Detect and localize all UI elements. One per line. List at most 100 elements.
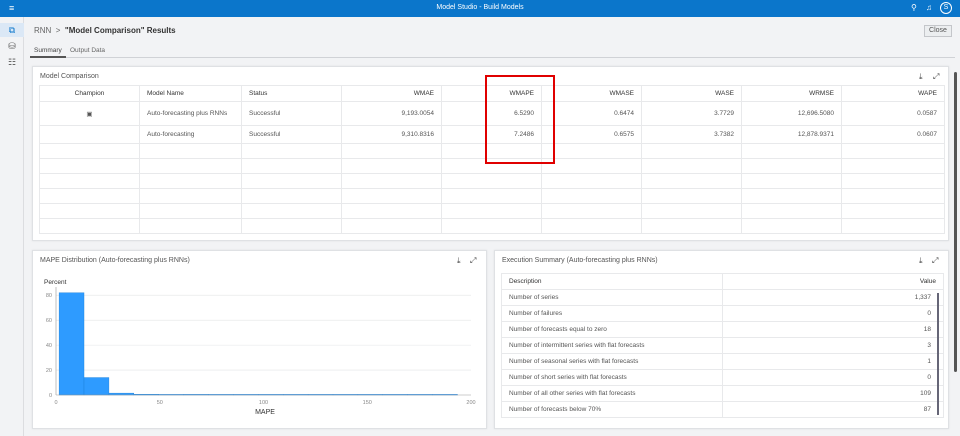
table-row[interactable]: Number of failures 0 <box>501 305 944 322</box>
table-row[interactable]: Number of forecasts equal to zero 18 <box>501 321 944 338</box>
col-champion[interactable]: Champion <box>39 85 140 102</box>
empty-cell <box>241 143 342 159</box>
left-sidebar: ⧉ ⛁ ☷ <box>0 17 24 436</box>
empty-cell <box>541 188 642 204</box>
search-icon[interactable]: ⚲ <box>911 3 917 12</box>
execution-summary-table: Description Value Number of series 1,337 N… <box>501 273 944 418</box>
empty-row <box>39 203 945 219</box>
pipeline-comparison-icon[interactable]: ☷ <box>4 55 20 69</box>
user-avatar[interactable]: S <box>940 2 952 14</box>
champion-icon: ▣ <box>39 101 140 126</box>
histogram-bar <box>83 377 110 396</box>
value: 1,337 <box>722 289 944 306</box>
wrmse: 12,878.9371 <box>741 125 842 144</box>
empty-cell <box>341 143 442 159</box>
histogram-bar <box>58 292 85 396</box>
wmase: 0.6575 <box>541 125 642 144</box>
status: Successful <box>241 101 342 126</box>
x-tick-label: 0 <box>54 400 57 406</box>
value: 109 <box>722 385 944 402</box>
empty-cell <box>541 158 642 174</box>
col-description[interactable]: Description <box>501 273 723 290</box>
value: 1 <box>722 353 944 370</box>
bell-icon[interactable]: ♫ <box>926 3 932 12</box>
wmae: 9,193.0054 <box>341 101 442 126</box>
table-row[interactable]: Number of short series with flat forecas… <box>501 369 944 386</box>
wase: 3.7382 <box>641 125 742 144</box>
empty-cell <box>741 188 842 204</box>
page-scrollbar[interactable] <box>954 72 957 372</box>
empty-cell <box>841 218 945 234</box>
description: Number of failures <box>501 305 723 322</box>
empty-cell <box>541 173 642 189</box>
empty-cell <box>741 158 842 174</box>
empty-cell <box>39 173 140 189</box>
mape-distribution-panel: MAPE Distribution (Auto-forecasting plus… <box>32 250 487 429</box>
empty-cell <box>641 173 742 189</box>
table-header-row: Description Value <box>501 273 944 290</box>
table-row[interactable]: Number of intermittent series with flat … <box>501 337 944 354</box>
col-model-name[interactable]: Model Name <box>139 85 242 102</box>
empty-cell <box>641 158 742 174</box>
description: Number of forecasts equal to zero <box>501 321 723 338</box>
table-row[interactable]: Number of forecasts below 70% 87 <box>501 401 944 418</box>
col-wmae[interactable]: WMAE <box>341 85 442 102</box>
col-wrmse[interactable]: WRMSE <box>741 85 842 102</box>
status: Successful <box>241 125 342 144</box>
description: Number of all other series with flat for… <box>501 385 723 402</box>
table-row[interactable]: Number of series 1,337 <box>501 289 944 306</box>
empty-cell <box>139 218 242 234</box>
empty-cell <box>139 188 242 204</box>
x-tick-label: 100 <box>259 400 268 406</box>
empty-cell <box>841 203 945 219</box>
empty-cell <box>841 188 945 204</box>
empty-cell <box>741 203 842 219</box>
empty-cell <box>441 188 542 204</box>
empty-cell <box>641 218 742 234</box>
tab-summary[interactable]: Summary <box>30 45 66 58</box>
pipeline-view-icon[interactable]: ⧉ <box>0 23 24 37</box>
download-icon[interactable]: ⤓ <box>919 72 923 82</box>
empty-cell <box>241 173 342 189</box>
download-icon[interactable]: ⤓ <box>919 256 923 266</box>
description: Number of seasonal series with flat fore… <box>501 353 723 370</box>
panel-title: Model Comparison <box>40 73 99 80</box>
table-scrollbar[interactable] <box>937 293 939 415</box>
expand-icon[interactable]: ⤢ <box>933 72 939 82</box>
empty-cell <box>741 173 842 189</box>
table-row[interactable]: Number of all other series with flat for… <box>501 385 944 402</box>
empty-cell <box>841 173 945 189</box>
empty-cell <box>341 173 442 189</box>
table-row[interactable]: Number of seasonal series with flat fore… <box>501 353 944 370</box>
wase: 3.7729 <box>641 101 742 126</box>
data-view-icon[interactable]: ⛁ <box>4 39 20 53</box>
y-axis-label: Percent <box>44 279 67 286</box>
expand-icon[interactable]: ⤢ <box>932 256 938 266</box>
y-tick-label: 60 <box>46 318 52 324</box>
empty-cell <box>39 158 140 174</box>
breadcrumb-separator: > <box>55 26 61 35</box>
close-button[interactable]: Close <box>924 25 952 37</box>
tab-output-data[interactable]: Output Data <box>66 45 109 58</box>
empty-cell <box>39 203 140 219</box>
col-wmase[interactable]: WMASE <box>541 85 642 102</box>
description: Number of short series with flat forecas… <box>501 369 723 386</box>
panel-title: Execution Summary (Auto-forecasting plus… <box>502 257 658 264</box>
empty-cell <box>841 158 945 174</box>
col-value[interactable]: Value <box>722 273 944 290</box>
breadcrumb-parent[interactable]: RNN <box>34 26 51 35</box>
empty-cell <box>541 143 642 159</box>
col-wase[interactable]: WASE <box>641 85 742 102</box>
col-status[interactable]: Status <box>241 85 342 102</box>
y-tick-label: 40 <box>46 343 52 349</box>
empty-cell <box>441 173 542 189</box>
empty-cell <box>241 218 342 234</box>
description: Number of forecasts below 70% <box>501 401 723 418</box>
mape-histogram: Percent MAPE 0 20 40 60 80 0 50 100 150 200 <box>44 279 476 416</box>
value: 18 <box>722 321 944 338</box>
y-tick-label: 80 <box>46 293 52 299</box>
y-tick-label: 0 <box>49 393 52 399</box>
tab-bar: Summary Output Data <box>30 45 955 58</box>
col-wape[interactable]: WAPE <box>841 85 945 102</box>
description: Number of series <box>501 289 723 306</box>
